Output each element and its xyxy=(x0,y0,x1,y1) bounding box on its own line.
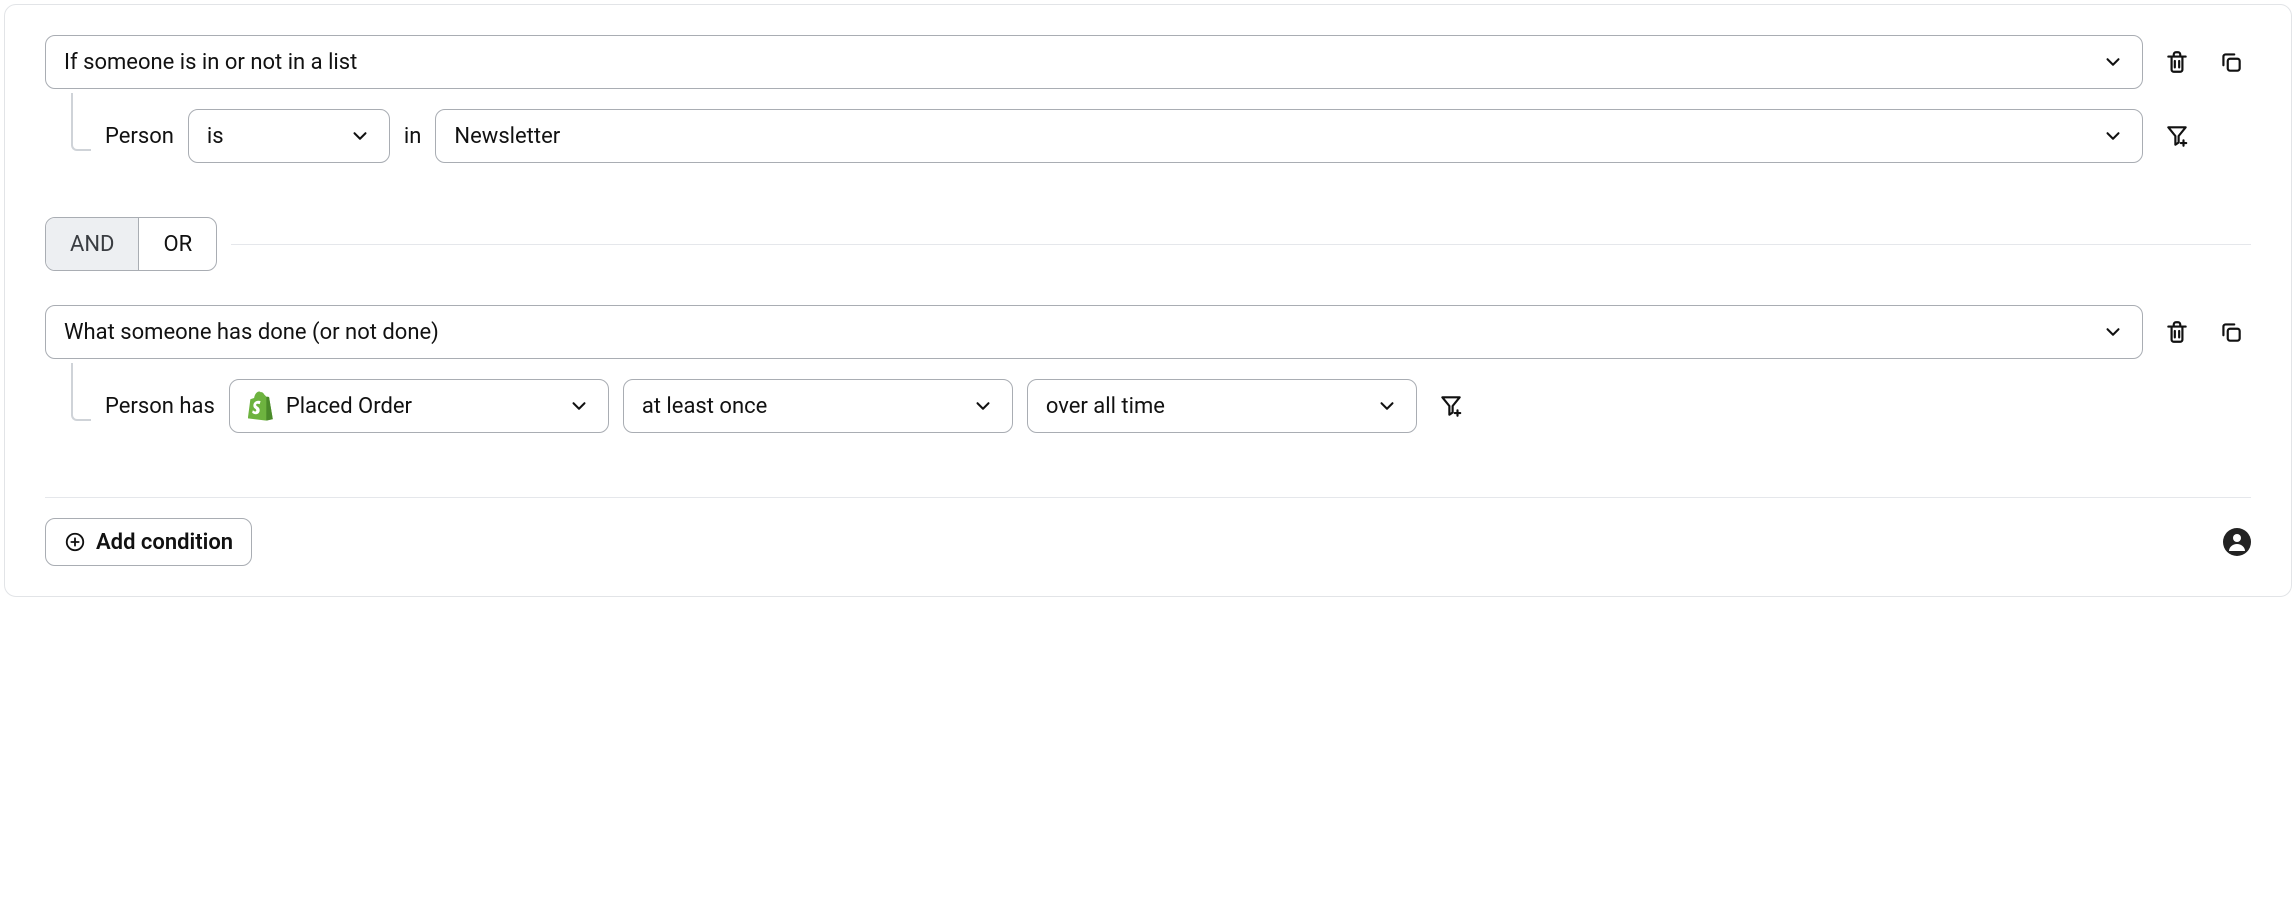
verb-select[interactable]: is xyxy=(188,109,390,163)
condition-2-detail: Person has Placed Order at least once ov… xyxy=(45,379,2251,433)
condition-type-label: What someone has done (or not done) xyxy=(64,320,439,345)
condition-type-label: If someone is in or not in a list xyxy=(64,50,357,75)
list-target-select[interactable]: Newsletter xyxy=(435,109,2143,163)
add-filter-button[interactable] xyxy=(2157,116,2197,156)
chevron-down-icon xyxy=(2102,321,2124,343)
duplicate-condition-button[interactable] xyxy=(2211,312,2251,352)
card-footer: Add condition xyxy=(45,518,2251,566)
shopify-icon xyxy=(248,391,274,421)
connector xyxy=(45,109,91,163)
timeframe-label: over all time xyxy=(1046,394,1165,419)
list-target-label: Newsletter xyxy=(454,124,560,149)
event-select[interactable]: Placed Order xyxy=(229,379,609,433)
connector xyxy=(45,379,91,433)
chevron-down-icon xyxy=(2102,51,2124,73)
condition-2: What someone has done (or not done) xyxy=(45,305,2251,359)
add-condition-button[interactable]: Add condition xyxy=(45,518,252,566)
timeframe-select[interactable]: over all time xyxy=(1027,379,1417,433)
frequency-label: at least once xyxy=(642,394,768,419)
delete-condition-button[interactable] xyxy=(2157,42,2197,82)
chevron-down-icon xyxy=(1376,395,1398,417)
logic-or-button[interactable]: OR xyxy=(139,218,216,270)
add-condition-label: Add condition xyxy=(96,530,233,555)
chevron-down-icon xyxy=(972,395,994,417)
event-label: Placed Order xyxy=(286,394,412,419)
segment-builder-card: If someone is in or not in a list Person… xyxy=(4,4,2292,597)
chevron-down-icon xyxy=(2102,125,2124,147)
logic-and-button[interactable]: AND xyxy=(46,218,138,270)
joiner-text: in xyxy=(404,124,422,149)
delete-condition-button[interactable] xyxy=(2157,312,2197,352)
lead-text: Person has xyxy=(105,394,215,419)
condition-1: If someone is in or not in a list xyxy=(45,35,2251,89)
frequency-select[interactable]: at least once xyxy=(623,379,1013,433)
duplicate-condition-button[interactable] xyxy=(2211,42,2251,82)
lead-text: Person xyxy=(105,124,174,149)
condition-1-detail: Person is in Newsletter xyxy=(45,109,2251,163)
divider xyxy=(231,244,2251,245)
divider xyxy=(45,497,2251,498)
user-avatar[interactable] xyxy=(2223,528,2251,556)
add-filter-button[interactable] xyxy=(1431,386,1471,426)
logic-toggle-row: AND OR xyxy=(45,217,2251,271)
logic-toggle: AND OR xyxy=(45,217,217,271)
chevron-down-icon xyxy=(349,125,371,147)
condition-type-select[interactable]: If someone is in or not in a list xyxy=(45,35,2143,89)
condition-type-select[interactable]: What someone has done (or not done) xyxy=(45,305,2143,359)
chevron-down-icon xyxy=(568,395,590,417)
verb-label: is xyxy=(207,124,224,149)
